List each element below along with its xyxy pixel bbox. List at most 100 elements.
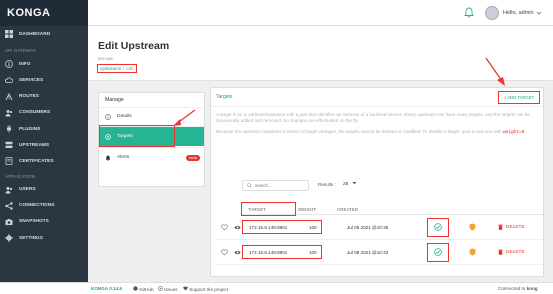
- sidebar-item-label: CERTIFICATES: [19, 158, 54, 164]
- highlight-box: [427, 243, 449, 262]
- sidebar-item-consumers[interactable]: CONSUMERS: [0, 105, 88, 121]
- results-label: Results :: [318, 182, 336, 187]
- heart-icon: [183, 286, 188, 291]
- heart-icon[interactable]: [221, 224, 228, 231]
- certificate-icon: [5, 157, 13, 166]
- footer-github-link[interactable]: GitHub: [133, 286, 154, 292]
- bell-icon[interactable]: [464, 7, 474, 18]
- results-value: 25: [343, 182, 349, 187]
- routes-icon: [5, 92, 13, 100]
- plug-icon: [7, 125, 11, 133]
- shield-icon[interactable]: [469, 223, 476, 231]
- manage-item-alerts[interactable]: Alerts beta: [99, 147, 204, 167]
- sidebar-item-label: ROUTES: [19, 94, 39, 100]
- manage-item-label: Alerts: [117, 155, 130, 160]
- sidebar-item-settings[interactable]: SETTINGS: [0, 230, 88, 246]
- results-per-page-select[interactable]: 25: [343, 181, 357, 187]
- sidebar-item-routes[interactable]: ROUTES: [0, 89, 88, 105]
- connections-icon: [5, 202, 13, 210]
- targets-description-2: Because the upstream maintains a history…: [216, 129, 536, 136]
- sidebar-item-services[interactable]: SERVICES: [0, 72, 88, 88]
- heart-icon[interactable]: [221, 249, 228, 256]
- target-created: Jul 08 2021 @10:33: [347, 250, 389, 255]
- footer-version: KONGA 0.14.9: [91, 286, 122, 291]
- connected-target: kong: [526, 286, 538, 291]
- delete-button[interactable]: DELETE: [498, 224, 525, 230]
- search-input[interactable]: [255, 183, 305, 188]
- breadcrumb: upstreams / edit: [97, 64, 137, 73]
- delete-button[interactable]: DELETE: [498, 249, 525, 255]
- sidebar-item-label: UPSTREAMS: [19, 142, 50, 148]
- page-header: Edit Upstream pve-ups upstreams / edit: [88, 26, 553, 81]
- brand-logo[interactable]: KONGA: [0, 0, 88, 26]
- beta-badge: beta: [186, 154, 200, 161]
- highlight-box: [427, 218, 449, 237]
- info-circle-icon: [105, 113, 111, 120]
- targets-panel: Targets + ADD TARGET A target is an ip a…: [210, 87, 544, 277]
- targets-header: Targets + ADD TARGET: [211, 88, 543, 107]
- sidebar-item-plugins[interactable]: PLUGINS: [0, 121, 88, 137]
- sidebar-item-label: DASHBOARD: [19, 31, 51, 37]
- column-weight[interactable]: WEIGHT: [298, 207, 316, 212]
- users-icon: [5, 186, 13, 194]
- add-target-button[interactable]: + ADD TARGET: [498, 91, 540, 104]
- footer-support-label: Support the project: [189, 287, 229, 292]
- issues-icon: [158, 286, 163, 291]
- manage-item-details[interactable]: Details: [99, 107, 204, 125]
- footer-connection-status: Connected to kong: [498, 286, 538, 291]
- manage-panel: Manage Details Targets Alerts beta: [98, 92, 205, 187]
- sidebar-item-label: SNAPSHOTS: [19, 219, 49, 225]
- upstreams-icon: [5, 142, 13, 149]
- manage-title: Manage: [105, 97, 124, 103]
- search-icon: [247, 183, 252, 188]
- sidebar-group-label: APPLICATION: [5, 173, 36, 179]
- sidebar-item-snapshots[interactable]: SNAPSHOTS: [0, 214, 88, 230]
- caret-down-icon: [352, 182, 357, 184]
- sidebar-item-label: CONNECTIONS: [19, 203, 55, 209]
- footer: KONGA 0.14.9 GitHub Issues Support the p…: [0, 282, 553, 294]
- breadcrumb-current: edit: [126, 66, 134, 71]
- sidebar-item-certificates[interactable]: CERTIFICATES: [0, 153, 88, 169]
- breadcrumb-upstreams-link[interactable]: upstreams: [100, 66, 121, 71]
- eye-icon[interactable]: [234, 249, 241, 256]
- delete-label: DELETE: [506, 249, 525, 255]
- sidebar-item-users[interactable]: USERS: [0, 182, 88, 198]
- avatar: [485, 6, 499, 20]
- highlight-box: [242, 220, 322, 234]
- top-bar: KONGA Hello, admin: [0, 0, 553, 26]
- main-content: Edit Upstream pve-ups upstreams / edit Man…: [88, 26, 553, 282]
- eye-icon[interactable]: [234, 224, 241, 231]
- column-created[interactable]: CREATED: [337, 207, 358, 212]
- manage-item-label: Details: [117, 114, 132, 119]
- targets-title: Targets: [216, 94, 233, 100]
- info-icon: [5, 60, 13, 69]
- dashboard-icon: [5, 30, 13, 39]
- search-box[interactable]: [242, 180, 309, 191]
- footer-github-label: GitHub: [139, 287, 154, 292]
- sidebar-item-connections[interactable]: CONNECTIONS: [0, 198, 88, 214]
- sidebar-item-dashboard[interactable]: DASHBOARD: [0, 26, 88, 42]
- highlight-box: [242, 245, 322, 259]
- weight-code: weight=0: [502, 130, 525, 135]
- sidebar-item-label: CONSUMERS: [19, 110, 51, 116]
- cloud-icon: [5, 77, 13, 84]
- connected-prefix: Connected to: [498, 286, 526, 291]
- user-menu[interactable]: Hello, admin: [485, 6, 542, 20]
- gear-icon: [5, 234, 13, 243]
- sidebar-item-info[interactable]: INFO: [0, 56, 88, 72]
- sidebar-item-label: PLUGINS: [19, 126, 41, 132]
- desc-text-end: .: [524, 129, 526, 134]
- sidebar-item-upstreams[interactable]: UPSTREAMS: [0, 137, 88, 153]
- sidebar-group-label: API GATEWAY: [5, 48, 36, 54]
- footer-support-link[interactable]: Support the project: [183, 286, 228, 292]
- trash-icon: [498, 224, 503, 230]
- shield-icon[interactable]: [469, 248, 476, 256]
- camera-icon: [5, 218, 13, 225]
- sidebar-item-label: USERS: [19, 187, 36, 193]
- sidebar-item-label: SETTINGS: [19, 235, 43, 241]
- breadcrumb-separator: /: [123, 66, 125, 71]
- footer-issues-link[interactable]: Issues: [158, 286, 178, 292]
- table-row: 172.16.6.146:8801 100 Jul 08 2021 @10:36…: [216, 215, 543, 240]
- desc-text: Because the upstream maintains a history…: [216, 129, 502, 134]
- github-icon: [133, 286, 138, 291]
